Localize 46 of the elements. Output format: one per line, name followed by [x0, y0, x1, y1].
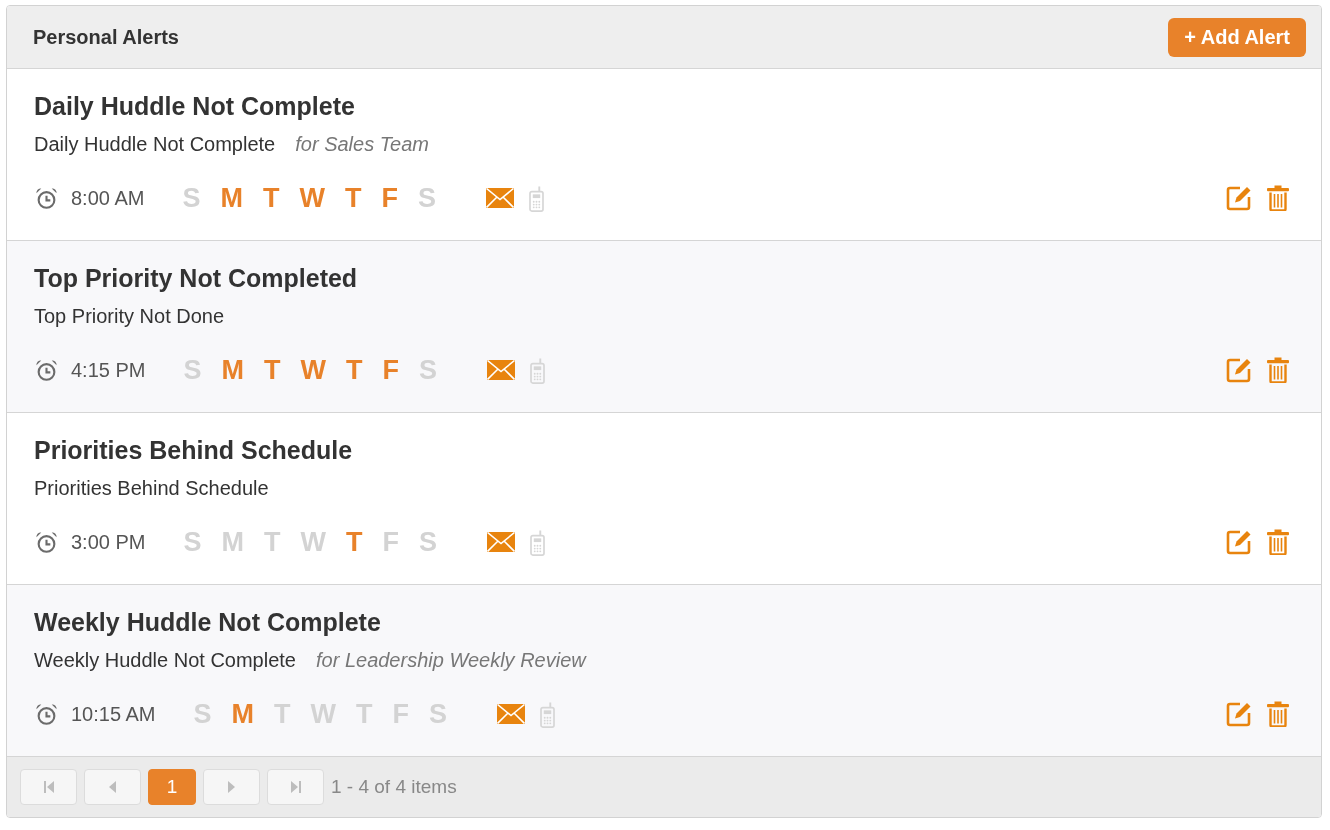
trash-icon[interactable] — [1267, 529, 1289, 555]
alert-title: Top Priority Not Completed — [34, 263, 359, 293]
trash-icon[interactable] — [1267, 357, 1289, 383]
left-triangle-icon — [109, 781, 116, 793]
alert-audience: for Sales Team — [295, 132, 429, 157]
alert-description: Priorities Behind Schedule — [34, 476, 269, 501]
weekday-letter: W — [300, 354, 326, 386]
skip-to-start-icon — [43, 781, 54, 793]
weekday-letter: M — [231, 698, 255, 730]
alert-title: Daily Huddle Not Complete — [34, 91, 356, 121]
weekday-letter: T — [262, 182, 280, 214]
alert-title: Weekly Huddle Not Complete — [34, 607, 382, 637]
alarm-clock-icon — [35, 186, 58, 210]
alert-time: 4:15 PM — [71, 358, 146, 382]
edit-icon[interactable] — [1226, 185, 1252, 211]
alarm-clock-icon — [35, 530, 58, 554]
skip-to-end-icon — [290, 781, 301, 793]
weekday-letter: F — [382, 354, 399, 386]
alert-audience: for Leadership Weekly Review — [316, 648, 586, 673]
weekday-letter: W — [299, 182, 325, 214]
alert-description: Daily Huddle Not Complete — [34, 132, 276, 157]
weekday-letter: T — [346, 354, 363, 386]
right-triangle-icon — [228, 781, 235, 793]
panel-title: Personal Alerts — [33, 25, 179, 49]
weekday-letter: T — [264, 354, 281, 386]
edit-icon[interactable] — [1226, 701, 1252, 727]
alarm-clock-icon — [35, 358, 58, 382]
alert-title: Priorities Behind Schedule — [34, 435, 354, 465]
alarm-clock-icon — [35, 702, 58, 726]
alert-time: 3:00 PM — [71, 530, 146, 554]
edit-icon[interactable] — [1226, 529, 1252, 555]
alert-time: 8:00 AM — [71, 186, 145, 210]
trash-icon[interactable] — [1267, 701, 1289, 727]
alert-description: Top Priority Not Done — [34, 304, 225, 329]
alert-time: 10:15 AM — [71, 702, 156, 726]
weekday-letter: M — [220, 182, 243, 214]
weekday-letter: M — [221, 354, 244, 386]
edit-icon[interactable] — [1226, 357, 1252, 383]
weekday-letter: T — [346, 526, 363, 558]
pager-summary: 1 - 4 of 4 items — [331, 776, 457, 798]
trash-icon[interactable] — [1267, 185, 1289, 211]
alert-description: Weekly Huddle Not Complete — [34, 648, 296, 673]
page-number-button[interactable]: 1 — [148, 769, 196, 805]
weekday-letter: T — [344, 182, 362, 214]
add-alert-button[interactable]: + Add Alert — [1168, 18, 1306, 57]
weekday-letter: F — [381, 182, 398, 214]
